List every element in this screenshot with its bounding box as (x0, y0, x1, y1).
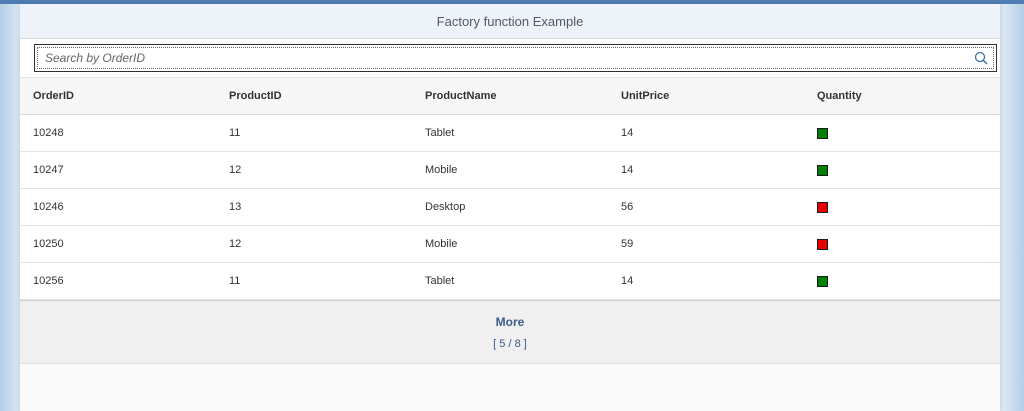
cell-quantity (804, 262, 1000, 300)
table-row[interactable]: 10246 13 Desktop 56 (20, 188, 1000, 226)
quantity-status-indicator (817, 164, 828, 176)
quantity-status-indicator (817, 127, 828, 139)
table-row[interactable]: 10250 12 Mobile 59 (20, 225, 1000, 263)
cell-orderid: 10247 (20, 151, 216, 189)
table-row[interactable]: 10256 11 Tablet 14 (20, 262, 1000, 300)
column-header-quantity[interactable]: Quantity (804, 78, 1000, 115)
quantity-status-indicator (817, 275, 828, 287)
cell-quantity (804, 225, 1000, 263)
cell-productname: Tablet (412, 262, 608, 300)
cell-productname: Mobile (412, 151, 608, 189)
column-header-unitprice[interactable]: UnitPrice (608, 78, 804, 115)
cell-productname: Mobile (412, 225, 608, 263)
cell-productid: 12 (216, 151, 412, 189)
column-header-productname[interactable]: ProductName (412, 78, 608, 115)
search-field[interactable] (34, 44, 997, 72)
more-button[interactable]: More [ 5 / 8 ] (20, 300, 1000, 364)
cell-unitprice: 56 (608, 188, 804, 226)
cell-productid: 12 (216, 225, 412, 263)
cell-quantity (804, 188, 1000, 226)
cell-productname: Desktop (412, 188, 608, 226)
quantity-status-indicator (817, 201, 828, 213)
app-shell: Factory function Example OrderID Product… (20, 4, 1000, 411)
search-toolbar (20, 39, 1000, 78)
cell-unitprice: 14 (608, 151, 804, 189)
cell-orderid: 10248 (20, 114, 216, 152)
table-row[interactable]: 10248 11 Tablet 14 (20, 114, 1000, 152)
cell-orderid: 10256 (20, 262, 216, 300)
cell-quantity (804, 114, 1000, 152)
cell-productname: Tablet (412, 114, 608, 152)
search-input[interactable] (45, 51, 974, 65)
cell-productid: 11 (216, 114, 412, 152)
page-header: Factory function Example (20, 4, 1000, 39)
table-header-row: OrderID ProductID ProductName UnitPrice … (20, 78, 1000, 115)
quantity-status-indicator (817, 238, 828, 250)
cell-productid: 13 (216, 188, 412, 226)
cell-orderid: 10250 (20, 225, 216, 263)
search-icon[interactable] (974, 51, 988, 65)
orders-table: OrderID ProductID ProductName UnitPrice … (20, 78, 1000, 300)
column-header-orderid[interactable]: OrderID (20, 78, 216, 115)
cell-unitprice: 59 (608, 225, 804, 263)
cell-unitprice: 14 (608, 114, 804, 152)
more-count: [ 5 / 8 ] (493, 337, 527, 350)
cell-unitprice: 14 (608, 262, 804, 300)
page-title: Factory function Example (436, 13, 584, 29)
cell-orderid: 10246 (20, 188, 216, 226)
column-header-productid[interactable]: ProductID (216, 78, 412, 115)
more-label: More (495, 314, 525, 329)
table-row[interactable]: 10247 12 Mobile 14 (20, 151, 1000, 189)
cell-quantity (804, 151, 1000, 189)
cell-productid: 11 (216, 262, 412, 300)
